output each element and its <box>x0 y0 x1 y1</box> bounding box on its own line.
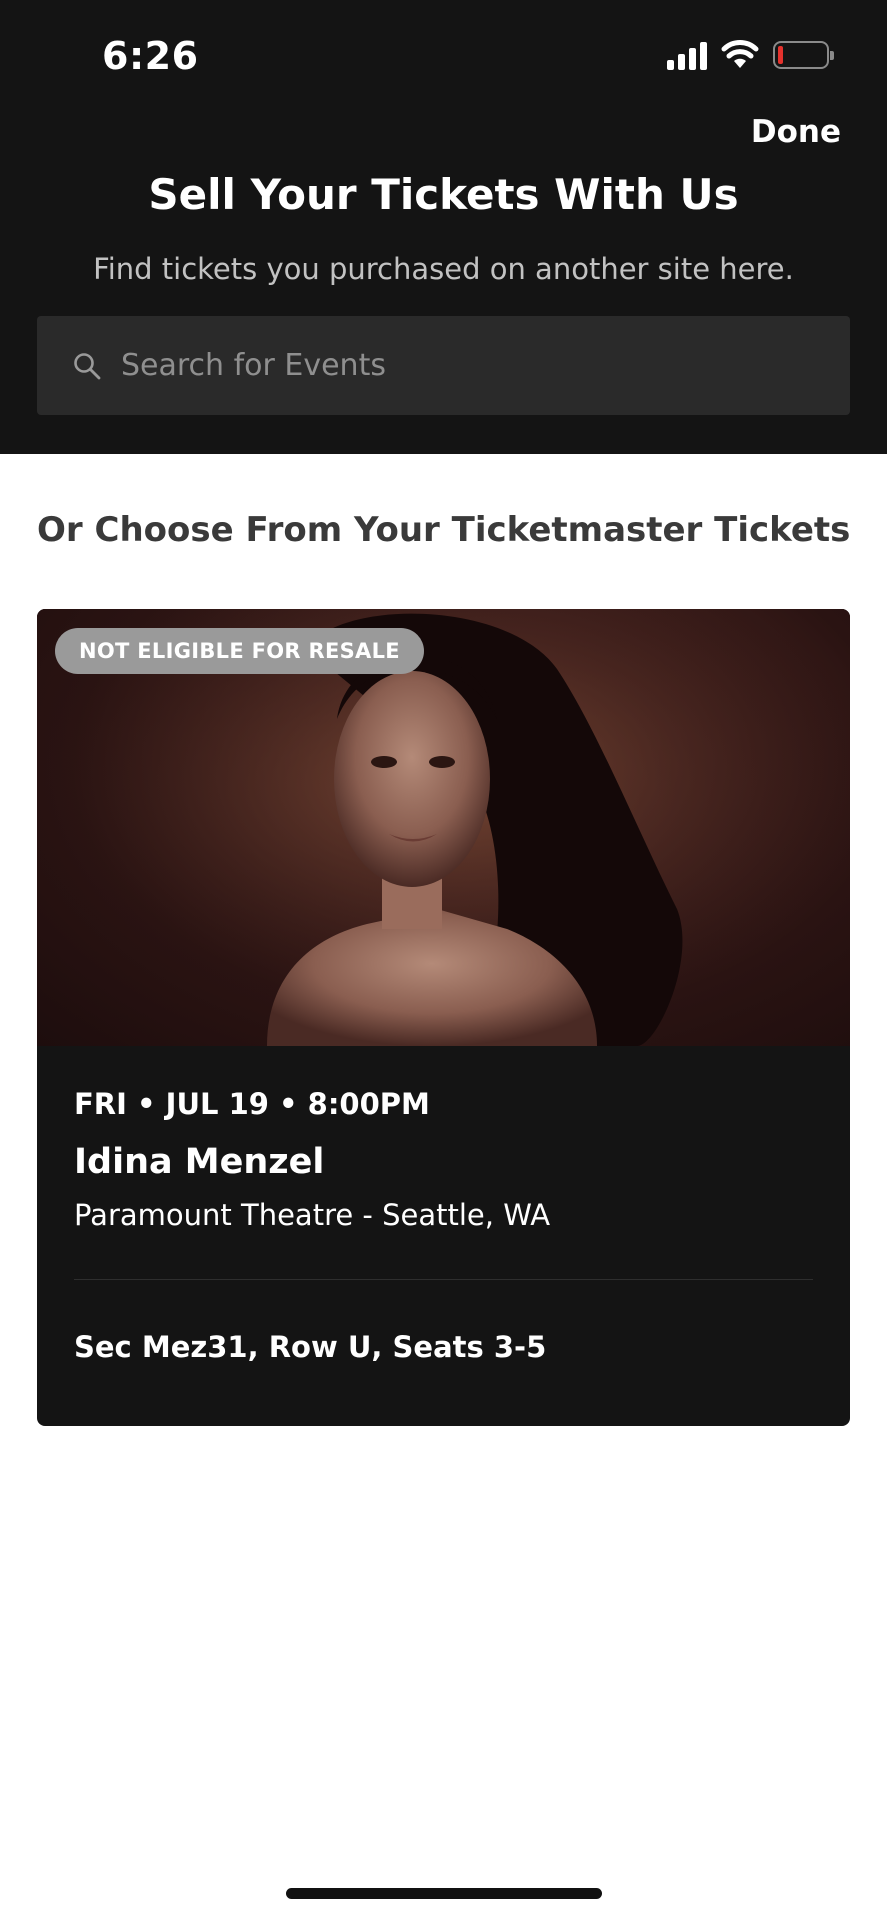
page-subtitle: Find tickets you purchased on another si… <box>93 252 794 286</box>
cellular-signal-icon <box>667 40 707 70</box>
event-date: FRI • JUL 19 • 8:00PM <box>74 1087 430 1121</box>
event-venue: Paramount Theatre - Seattle, WA <box>74 1198 551 1232</box>
search-icon <box>73 351 103 381</box>
screen: 6:26 Done Sell Your Tickets With Us Find… <box>0 0 887 1920</box>
wifi-icon <box>721 40 759 68</box>
divider <box>74 1279 813 1280</box>
battery-icon <box>773 41 834 69</box>
seat-info: Sec Mez31, Row U, Seats 3-5 <box>74 1330 547 1364</box>
battery-level <box>778 46 783 64</box>
event-portrait <box>37 609 850 1046</box>
page-title: Sell Your Tickets With Us <box>148 170 739 219</box>
done-button[interactable]: Done <box>751 114 841 150</box>
status-icons <box>667 40 834 70</box>
ticket-card[interactable]: NOT ELIGIBLE FOR RESALE FRI • JUL 19 • 8… <box>37 609 850 1426</box>
home-indicator[interactable] <box>286 1888 602 1899</box>
ticket-details: FRI • JUL 19 • 8:00PM Idina Menzel Param… <box>37 1046 850 1426</box>
search-bar[interactable] <box>37 316 850 415</box>
resale-status-badge: NOT ELIGIBLE FOR RESALE <box>55 628 424 674</box>
event-image: NOT ELIGIBLE FOR RESALE <box>37 609 850 1046</box>
search-input[interactable] <box>121 348 850 383</box>
header: 6:26 Done Sell Your Tickets With Us Find… <box>0 0 887 454</box>
section-title: Or Choose From Your Ticketmaster Tickets <box>37 510 851 550</box>
event-name: Idina Menzel <box>74 1142 325 1182</box>
status-time: 6:26 <box>102 34 199 78</box>
